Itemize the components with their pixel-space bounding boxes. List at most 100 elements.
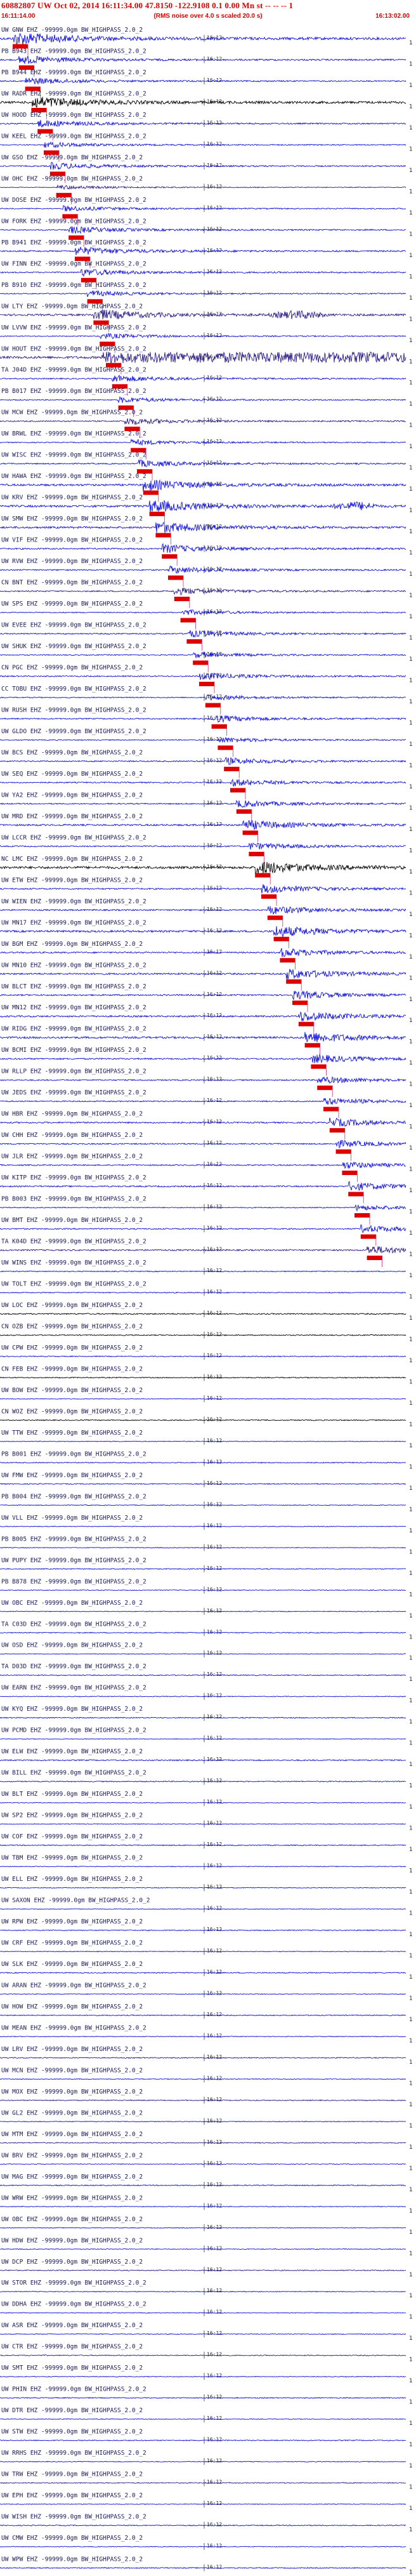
trace-scale-marker: 1 <box>409 253 413 259</box>
waveform <box>0 96 406 109</box>
trace-row: UW CPW EHZ -99999.0gm BW_HIGHPASS_2.0_2 1… <box>0 1344 413 1364</box>
trace-label: UW KYQ EHZ -99999.0gm BW_HIGHPASS_2.0_2 <box>1 1706 143 1713</box>
trace-label: UW EPH EHZ -99999.0gm BW_HIGHPASS_2.0_2 <box>1 2492 143 2499</box>
time-tick-label: 16:12 <box>207 1778 222 1784</box>
trace-label: UW BRV EHZ -99999.0gm BW_HIGHPASS_2.0_2 <box>1 2152 143 2159</box>
time-tick-label: 16:12 <box>207 1884 222 1890</box>
trace-scale-marker: 1 <box>409 1719 413 1725</box>
waveform <box>0 55 406 64</box>
waveform <box>0 2248 406 2250</box>
waveform <box>0 715 406 724</box>
pick-marker <box>224 766 240 771</box>
trace-label: UW DDHA EHZ -99999.0gm BW_HIGHPASS_2.0_2 <box>1 2301 146 2308</box>
trace-row: UW RRHS EHZ -99999.0gm BW_HIGHPASS_2.0_2… <box>0 2450 413 2469</box>
waveform <box>0 1525 406 1527</box>
time-tick-label: 16:12 <box>207 1225 222 1231</box>
trace-label: UW DCP EHZ -99999.0gm BW_HIGHPASS_2.0_2 <box>1 2259 143 2266</box>
trace-label: UW BLCT EHZ -99999.0gm BW_HIGHPASS_2.0_2 <box>1 983 146 990</box>
time-tick-label: 16:12 <box>207 1459 222 1464</box>
trace-label: UW CHH EHZ -99999.0gm BW_HIGHPASS_2.0_2 <box>1 1132 143 1139</box>
pick-marker <box>162 554 178 559</box>
time-tick-label: 16:12 <box>207 2288 222 2294</box>
trace-label: CN OZB EHZ -99999.0gm BW_HIGHPASS_2.0_2 <box>1 1323 143 1330</box>
trace-label: UW GL2 EHZ -99999.0gm BW_HIGHPASS_2.0_2 <box>1 2109 143 2116</box>
trace-label: UW CMW EHZ -99999.0gm BW_HIGHPASS_2.0_2 <box>1 2535 143 2542</box>
waveform <box>0 119 406 128</box>
trace-scale-marker: 1 <box>409 146 413 152</box>
trace-scale-marker: 1 <box>409 1294 413 1301</box>
trace-row: UW CTR EHZ -99999.0gm BW_HIGHPASS_2.0_2 1… <box>0 2344 413 2363</box>
waveform <box>0 800 406 808</box>
time-tick-label: 16:12 <box>207 842 222 848</box>
trace-scale-marker: 1 <box>409 720 413 726</box>
trace-label: PB B878 EHZ -99999.0gm BW_HIGHPASS_2.0_2 <box>1 1578 146 1585</box>
time-tick-label: 16:12 <box>207 2033 222 2038</box>
trace-scale-marker: 1 <box>409 2017 413 2023</box>
pick-marker <box>211 724 227 729</box>
trace-scale-marker: 1 <box>409 1421 413 1428</box>
trace-label: UW OBC EHZ -99999.0gm BW_HIGHPASS_2.0_2 <box>1 1600 143 1607</box>
trace-label: UW FINN EHZ -99999.0gm BW_HIGHPASS_2.0_2 <box>1 260 146 267</box>
trace-scale-marker: 1 <box>409 2527 413 2533</box>
time-tick-label: 16:12 <box>207 2458 222 2464</box>
waveform <box>0 2035 406 2038</box>
trace-scale-marker: 1 <box>409 2357 413 2363</box>
trace-scale-marker: 1 <box>409 1018 413 1024</box>
trace-scale-marker: 1 <box>409 210 413 216</box>
trace-label: UW JEDS EHZ -99999.0gm BW_HIGHPASS_2.0_2 <box>1 1089 146 1096</box>
time-tick-label: 16:12 <box>207 120 222 126</box>
waveform <box>0 1398 406 1400</box>
pick-marker <box>273 936 289 941</box>
waveform <box>0 204 406 211</box>
trace-scale-marker: 1 <box>409 656 413 663</box>
waveform <box>0 2078 406 2080</box>
trace-label: PB B941 EHZ -99999.0gm BW_HIGHPASS_2.0_2 <box>1 239 146 246</box>
trace-label: TA J04D EHZ -99999.0gm BW_HIGHPASS_2.0_2 <box>1 367 146 374</box>
time-tick-label: 16:12 <box>207 1289 222 1295</box>
trace-label: UW OBC EHZ -99999.0gm BW_HIGHPASS_2.0_2 <box>1 2216 143 2223</box>
time-tick-label: 16:12 <box>207 141 222 147</box>
waveform <box>0 820 406 830</box>
waveform <box>0 842 406 850</box>
trace-row: UW VLL EHZ -99999.0gm BW_HIGHPASS_2.0_2 1… <box>0 1515 413 1534</box>
time-tick-label: 16:12 <box>207 2203 222 2208</box>
trace-scale-marker: 1 <box>409 1741 413 1747</box>
trace-scale-marker: 1 <box>409 1209 413 1216</box>
waveform <box>0 1161 406 1169</box>
waveform <box>0 2460 406 2463</box>
trace-scale-marker: 1 <box>409 550 413 557</box>
pick-marker <box>168 575 183 580</box>
time-tick-label: 16:12 <box>207 1906 222 1911</box>
trace-scale-marker: 1 <box>409 2400 413 2406</box>
waveform <box>0 1610 406 1612</box>
waveform <box>0 1504 406 1506</box>
waveform <box>0 1011 406 1022</box>
pick-marker <box>249 851 264 856</box>
time-tick-label: 16:12 <box>207 1544 222 1550</box>
trace-scale-marker: 1 <box>409 1868 413 1875</box>
waveform <box>0 374 406 382</box>
trace-row: UW PHIN EHZ -99999.0gm BW_HIGHPASS_2.0_2… <box>0 2386 413 2406</box>
pick-marker <box>267 915 283 920</box>
waveform <box>0 2439 406 2441</box>
trace-label: UW ETW EHZ -99999.0gm BW_HIGHPASS_2.0_2 <box>1 877 143 884</box>
trace-scale-marker: 1 <box>409 1656 413 1662</box>
trace-scale-marker: 1 <box>409 1273 413 1279</box>
waveform <box>0 630 406 637</box>
trace-label: UW FORK EHZ -99999.0gm BW_HIGHPASS_2.0_2 <box>1 218 146 225</box>
trace-scale-marker: 1 <box>409 2229 413 2236</box>
trace-scale-marker: 1 <box>409 1464 413 1470</box>
trace-label: CN WOZ EHZ -99999.0gm BW_HIGHPASS_2.0_2 <box>1 1408 143 1415</box>
waveform <box>0 1032 406 1043</box>
trace-scale-marker: 1 <box>409 1379 413 1385</box>
trace-row: UW FMW EHZ -99999.0gm BW_HIGHPASS_2.0_2 1… <box>0 1472 413 1492</box>
waveform <box>0 396 406 404</box>
trace-label: CN BNT EHZ -99999.0gm BW_HIGHPASS_2.0_2 <box>1 580 143 587</box>
trace-label: UW PUPY EHZ -99999.0gm BW_HIGHPASS_2.0_2 <box>1 1557 146 1564</box>
trace-row: UW COF EHZ -99999.0gm BW_HIGHPASS_2.0_2 1… <box>0 1833 413 1853</box>
pick-marker <box>360 1234 376 1239</box>
time-tick-label: 16:12 <box>207 1714 222 1720</box>
waveform <box>0 990 406 1000</box>
trace-scale-marker: 1 <box>409 2080 413 2087</box>
time-tick-label: 16:12 <box>207 1693 222 1699</box>
